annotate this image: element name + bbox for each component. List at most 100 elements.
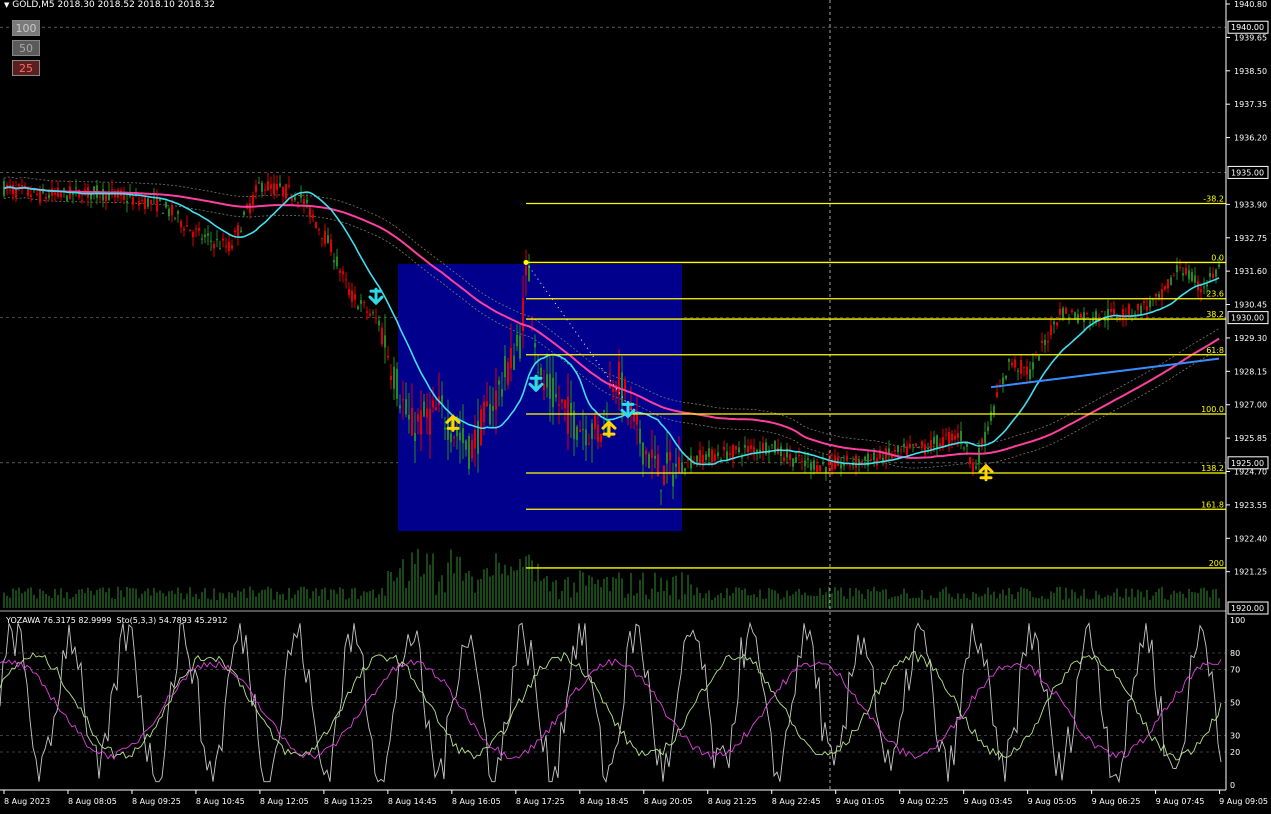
candle-body [1044,339,1046,345]
osc-level-label: 20 [1230,748,1240,757]
candle-body [462,428,464,444]
candle-body [891,455,893,459]
candle-body [873,452,875,460]
candle-body [207,233,209,236]
candle-body [288,185,290,187]
candle-body [12,184,14,194]
candle-body [951,433,953,441]
candle-body [711,449,713,463]
price-level-label: 1935.00 [1231,168,1264,177]
candle-body [936,435,938,449]
candle-body [927,447,929,449]
candle-body [171,206,173,216]
candle-body [201,238,203,240]
candle-body [648,454,650,469]
candle-body [318,229,320,231]
price-tick-label: 1940.80 [1234,0,1267,9]
dropdown-triangle-icon[interactable]: ▼ [4,1,9,9]
candle-body [30,194,32,197]
analysis-rectangle [398,264,682,531]
candle-body [834,457,836,469]
candle-body [1110,309,1112,312]
candle-body [957,433,959,438]
candle-body [315,222,317,229]
candle-body [39,189,41,203]
candle-body [585,429,587,446]
candle-body [972,462,974,472]
price-tick-label: 1929.30 [1234,334,1267,343]
candle-body [939,443,941,447]
osc-level-label: 80 [1230,649,1240,658]
candle-body [1062,307,1064,320]
candle-body [564,399,566,409]
candle-body [996,392,998,398]
candle-body [888,448,890,454]
lot-25-button[interactable]: 25 [12,60,40,76]
time-tick-label: 8 Aug 12:05 [260,797,309,806]
candle-body [198,228,200,231]
candle-body [780,446,782,457]
candle-body [1212,273,1214,278]
candle-body [1215,269,1217,277]
candle-body [312,214,314,219]
candle-body [984,431,986,443]
candle-body [249,203,251,214]
candle-body [840,464,842,469]
candle-body [495,390,497,410]
candle-body [804,460,806,467]
candle-body [231,245,233,249]
candle-body [1026,366,1028,375]
price-tick-label: 1932.75 [1234,234,1267,243]
candle-body [54,192,56,195]
candle-body [180,220,182,228]
candle-body [933,437,935,444]
candle-body [60,193,62,198]
candle-body [789,454,791,460]
candle-body [1086,313,1088,315]
candle-body [327,235,329,244]
candle-body [1206,284,1208,287]
price-chart[interactable]: -38.20.023.638.261.8100.0138.2161.8200 1… [0,0,1271,810]
candle-body [219,248,221,250]
candle-body [348,288,350,296]
candle-body [285,184,287,199]
candle-body [381,327,383,345]
candle-body [714,454,716,461]
candle-body [558,404,560,406]
candle-body [486,401,488,407]
price-tick-label: 1938.50 [1234,67,1267,76]
candle-body [825,467,827,473]
fib-level-label: 161.8 [1201,500,1224,509]
candle-body [426,408,428,418]
lot-100-button[interactable]: 100 [12,20,40,36]
candle-body [222,238,224,241]
candle-body [384,335,386,348]
candle-body [960,430,962,441]
time-tick-label: 8 Aug 10:45 [196,797,245,806]
candle-body [111,188,113,190]
candle-body [444,427,446,430]
candle-body [1053,321,1055,325]
candle-body [351,290,353,302]
candle-body [1185,267,1187,275]
candle-body [552,377,554,408]
candle-body [687,459,689,461]
candle-body [729,453,731,455]
candle-body [1200,289,1202,293]
candle-body [969,457,971,465]
fib-level-label: 138.2 [1201,464,1224,473]
candle-body [450,433,452,443]
candle-body [1170,277,1172,286]
price-level-label: 1920.00 [1231,604,1264,613]
lot-50-button[interactable]: 50 [12,40,40,56]
price-tick-label: 1933.90 [1234,200,1267,209]
candle-body [525,266,527,276]
candle-body [1104,319,1106,321]
candle-body [849,465,851,467]
time-tick-label: 8 Aug 09:25 [132,797,181,806]
candle-body [354,294,356,300]
candle-body [885,448,887,461]
candle-body [321,237,323,240]
price-level-label: 1930.00 [1231,314,1264,323]
candle-body [141,199,143,201]
